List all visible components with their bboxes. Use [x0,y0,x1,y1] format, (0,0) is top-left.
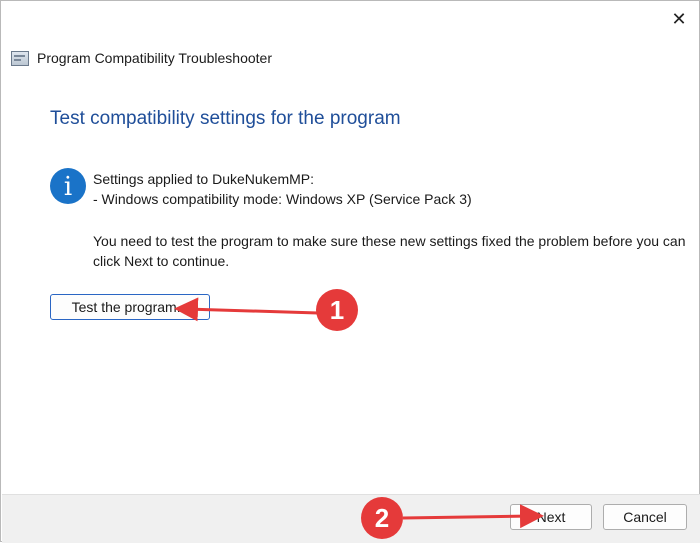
compatibility-mode-text: - Windows compatibility mode: Windows XP… [93,191,472,207]
annotation-step-1-label: 1 [329,294,345,325]
instructions-text: You need to test the program to make sur… [93,233,686,269]
info-icon: i [50,168,86,204]
settings-applied-text: Settings applied to DukeNukemMP: [93,171,314,187]
troubleshooter-app-icon [11,50,29,66]
test-program-button[interactable]: Test the program... [50,294,210,320]
annotation-step-2: 2 [361,497,403,539]
info-icon-glyph: i [63,171,73,202]
annotation-step-2-label: 2 [374,502,390,533]
annotation-step-1: 1 [316,289,358,331]
window-title: Program Compatibility Troubleshooter [37,50,272,66]
troubleshooter-window: ✕ Program Compatibility Troubleshooter T… [0,0,700,543]
title-bar: Program Compatibility Troubleshooter [11,48,272,68]
footer-bar [2,494,700,543]
close-icon[interactable]: ✕ [669,9,689,29]
next-button[interactable]: Next [510,504,592,530]
page-heading: Test compatibility settings for the prog… [50,108,401,129]
cancel-button[interactable]: Cancel [603,504,687,530]
